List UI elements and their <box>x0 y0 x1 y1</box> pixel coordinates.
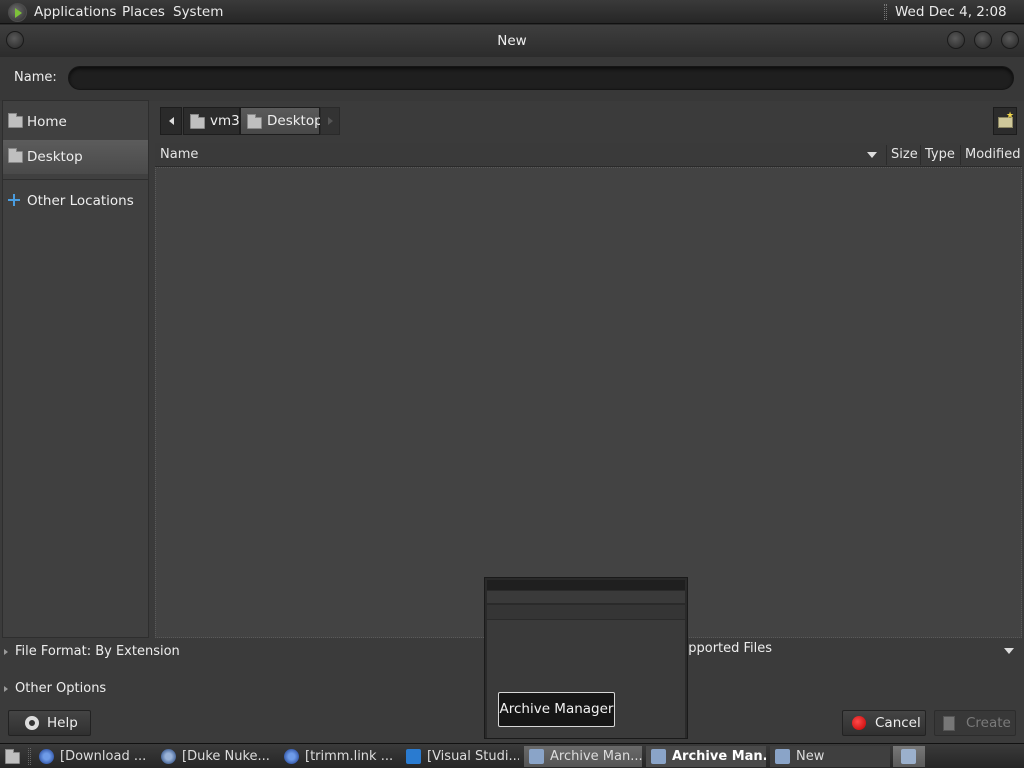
name-row: Name: <box>0 57 1024 101</box>
task-label: [trimm.link ... <box>305 749 394 764</box>
archive-icon <box>775 749 790 764</box>
expander-arrow-icon <box>4 685 8 692</box>
column-name[interactable]: Name <box>160 147 198 162</box>
path-label: vm3 <box>210 113 240 129</box>
column-type[interactable]: Type <box>925 147 955 162</box>
column-modified[interactable]: Modified <box>965 147 1020 162</box>
clock[interactable]: Wed Dec 4, 2:08 PM <box>895 0 1024 44</box>
folder-desktop-icon <box>8 148 23 163</box>
document-icon <box>943 716 955 731</box>
folder-desktop-icon <box>247 114 262 129</box>
task-download[interactable]: [Download ... <box>34 746 152 767</box>
other-options-label: Other Options <box>15 681 107 696</box>
taskbar-separator <box>28 748 31 765</box>
task-label: Archive Man... <box>550 749 642 764</box>
task-label: [Download ... <box>60 749 147 764</box>
panel-separator <box>884 4 887 20</box>
minimize-icon[interactable] <box>947 31 965 49</box>
name-input[interactable] <box>68 66 1014 90</box>
sidebar-item-label: Home <box>27 114 67 130</box>
sort-descending-icon <box>867 152 877 158</box>
task-visual-studio[interactable]: [Visual Studi... <box>401 746 519 767</box>
menu-applications[interactable]: Applications <box>34 0 116 24</box>
chevron-down-icon <box>1004 648 1014 654</box>
task-new[interactable]: New <box>770 746 890 767</box>
task-label: [Duke Nuke... <box>182 749 270 764</box>
column-separator <box>960 145 961 165</box>
cancel-button[interactable]: Cancel <box>842 710 926 736</box>
window-menu-icon[interactable] <box>6 31 24 49</box>
sidebar-item-desktop[interactable]: Desktop <box>3 140 148 174</box>
help-icon <box>25 716 39 730</box>
task-label: [Visual Studi... <box>427 749 519 764</box>
preview-location-bar <box>487 605 685 619</box>
sidebar-divider <box>3 179 148 180</box>
taskbar: [Download ... [Duke Nuke... [trimm.link … <box>0 743 1024 768</box>
preview-toolbar <box>487 591 685 603</box>
file-format-expander[interactable]: File Format: By Extension <box>4 644 180 659</box>
other-options-expander[interactable]: Other Options <box>4 681 106 696</box>
file-list-header: Name Size Type Modified <box>155 143 1022 167</box>
expander-arrow-icon <box>4 648 8 655</box>
show-desktop-icon <box>5 749 20 764</box>
file-format-label: File Format: By Extension <box>15 644 180 659</box>
folder-home-icon <box>8 113 23 128</box>
maximize-icon[interactable] <box>974 31 992 49</box>
menu-places[interactable]: Places <box>122 0 165 24</box>
folder-home-icon <box>190 114 205 129</box>
archive-icon <box>529 749 544 764</box>
plus-icon <box>8 194 20 206</box>
path-label: Desktop <box>267 113 323 129</box>
preview-menubar <box>487 580 685 590</box>
help-button[interactable]: Help <box>8 710 91 736</box>
cancel-label: Cancel <box>875 715 921 731</box>
workspace-icon <box>901 749 916 764</box>
vscode-icon <box>406 749 421 764</box>
create-folder-button[interactable]: ★ <box>993 107 1017 135</box>
chrome-icon <box>39 749 54 764</box>
column-separator <box>886 145 887 165</box>
top-panel: Applications Places System Wed Dec 4, 2:… <box>0 0 1024 44</box>
dialog-titlebar[interactable]: New <box>0 25 1024 57</box>
file-filter-combo[interactable]: upported Files <box>680 641 1020 661</box>
archive-icon <box>651 749 666 764</box>
file-list[interactable] <box>155 167 1022 638</box>
places-sidebar: Home Desktop Other Locations <box>2 100 149 638</box>
task-archive-manager-1[interactable]: Archive Man... <box>524 746 642 767</box>
task-label: New <box>796 749 825 764</box>
menu-system[interactable]: System <box>173 0 223 24</box>
app-menu-logo-icon[interactable] <box>8 3 27 22</box>
chrome-icon <box>284 749 299 764</box>
task-label: Archive Man... <box>672 749 766 764</box>
name-label: Name: <box>14 70 57 85</box>
sidebar-item-label: Desktop <box>27 149 83 165</box>
create-label: Create <box>966 715 1011 731</box>
star-icon: ★ <box>1006 111 1015 121</box>
workspace-switcher[interactable] <box>893 746 925 767</box>
column-separator <box>920 145 921 165</box>
task-duke-nukem[interactable]: [Duke Nuke... <box>156 746 274 767</box>
task-archive-manager-2[interactable]: Archive Man... <box>646 746 766 767</box>
close-icon[interactable] <box>1001 31 1019 49</box>
file-filter-value: upported Files <box>680 641 773 656</box>
sidebar-item-home[interactable]: Home <box>3 105 148 139</box>
sidebar-item-label: Other Locations <box>27 193 134 209</box>
dialog-title: New <box>497 33 527 49</box>
app-icon <box>161 749 176 764</box>
cancel-icon <box>852 716 866 730</box>
path-back-button[interactable] <box>160 107 182 135</box>
create-button[interactable]: Create <box>934 710 1016 736</box>
tooltip: Archive Manager <box>498 692 615 727</box>
show-desktop-button[interactable] <box>2 746 24 767</box>
path-segment-vm3[interactable]: vm3 <box>183 107 240 135</box>
task-trimm-link[interactable]: [trimm.link ... <box>279 746 397 767</box>
sidebar-item-other-locations[interactable]: Other Locations <box>3 184 148 218</box>
column-size[interactable]: Size <box>891 147 918 162</box>
path-forward-button[interactable] <box>320 107 340 135</box>
path-segment-desktop[interactable]: Desktop <box>240 107 323 135</box>
help-label: Help <box>47 715 78 731</box>
